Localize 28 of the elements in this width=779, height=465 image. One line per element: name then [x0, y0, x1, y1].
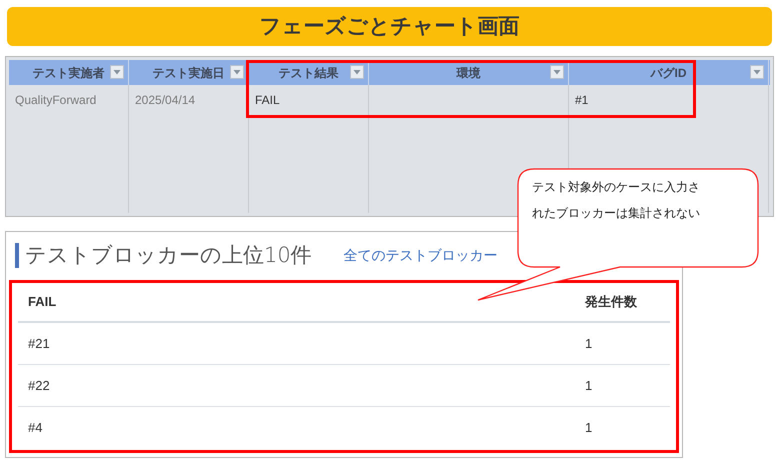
grid-cell-text: FAIL [255, 92, 281, 109]
heading-accent-bar [15, 243, 19, 268]
grid-cell-text: #1 [575, 92, 590, 109]
column-header[interactable]: テスト実施日 [129, 60, 249, 85]
table-cell-text: #4 [28, 419, 44, 438]
column-header: 発生件数 [585, 293, 637, 312]
column-header[interactable]: テスト結果 [249, 60, 369, 85]
section-heading: テストブロッカーの上位10件 [25, 242, 312, 269]
grid-cell-text: QualityForward [15, 92, 98, 109]
table-cell-text: 1 [585, 419, 592, 438]
column-header[interactable]: バグID [569, 60, 769, 85]
column-header: FAIL [28, 293, 58, 312]
filter-dropdown-icon[interactable] [350, 65, 364, 79]
filter-dropdown-icon[interactable] [230, 65, 244, 79]
all-blockers-link[interactable]: 全てのテストブロッカー [344, 245, 498, 266]
table-cell-text: 1 [585, 376, 592, 395]
callout-text: テスト対象外のケースに入力さ [532, 179, 700, 196]
filter-dropdown-icon[interactable] [110, 65, 124, 79]
callout-text: れたブロッカーは集計されない [532, 205, 700, 222]
column-header[interactable]: 環境 [369, 60, 569, 85]
table-cell-text: #22 [28, 376, 51, 395]
page-title: フェーズごとチャート画面 [7, 7, 772, 46]
filter-dropdown-icon[interactable] [550, 65, 564, 79]
table-cell-text: #21 [28, 334, 51, 353]
table-cell-text: 1 [585, 334, 592, 353]
column-header[interactable]: テスト実施者 [9, 60, 129, 85]
filter-dropdown-icon[interactable] [750, 65, 764, 79]
grid-cell-text: 2025/04/14 [135, 92, 196, 109]
